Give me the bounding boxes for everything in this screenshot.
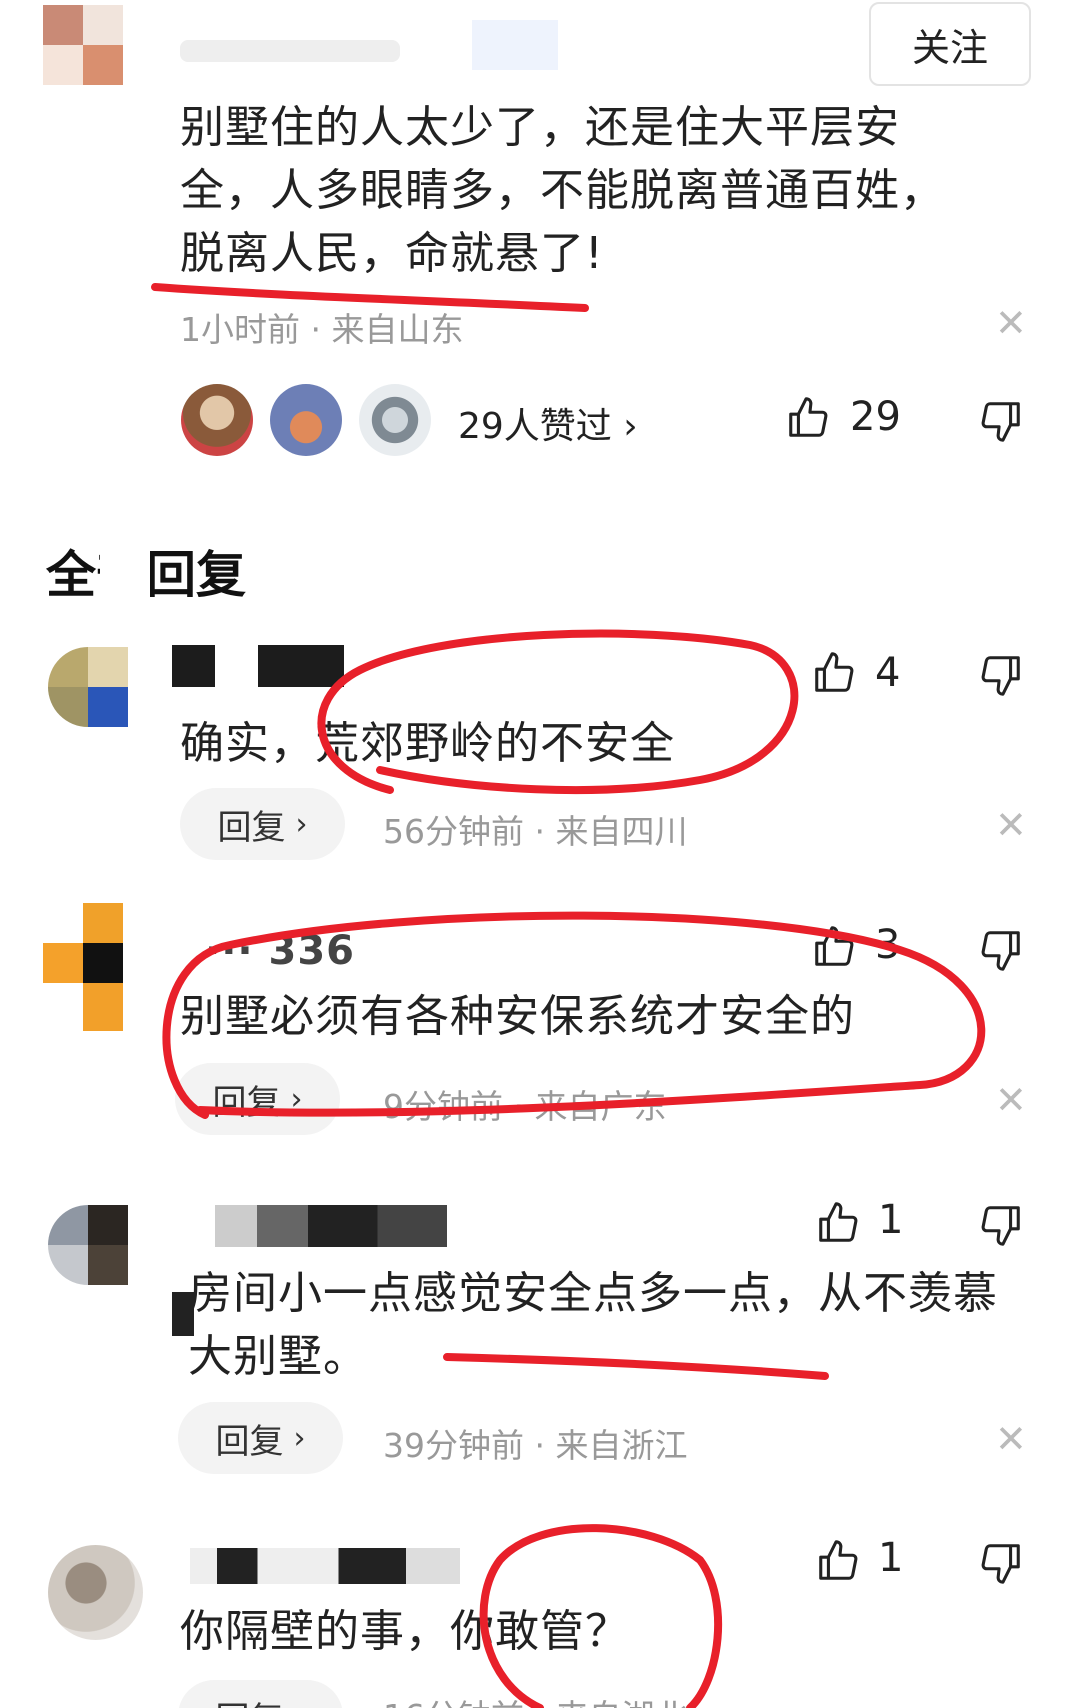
- reply-username: ··· 336: [205, 928, 356, 974]
- username-blurred: [190, 1548, 460, 1584]
- reply-text: 确实，荒郊野岭的不安全: [180, 718, 675, 769]
- username-redacted: [172, 645, 215, 687]
- liked-summary[interactable]: 29人赞过 ›: [458, 397, 638, 449]
- thumb-down-icon[interactable]: [978, 927, 1024, 973]
- reply-text: 房间小一点感觉安全点多一点，从不羡慕大别墅。: [188, 1268, 998, 1382]
- close-icon[interactable]: ✕: [995, 304, 1027, 342]
- thumb-down-icon[interactable]: [978, 1540, 1024, 1586]
- avatar[interactable]: [43, 5, 123, 85]
- thumb-down-icon[interactable]: [978, 1202, 1024, 1248]
- thumb-up-icon[interactable]: [811, 924, 857, 970]
- reply-button[interactable]: 回复›: [178, 1402, 343, 1474]
- badge-blurred: [472, 20, 558, 70]
- thumb-down-icon[interactable]: [978, 652, 1024, 698]
- username-blurred: [180, 40, 400, 62]
- close-icon[interactable]: ✕: [995, 1420, 1027, 1458]
- reply-text: 你隔壁的事，你敢管？: [180, 1606, 630, 1657]
- follow-button[interactable]: 关注: [869, 2, 1031, 86]
- like-count: 1: [878, 1535, 904, 1581]
- like-count: 3: [875, 922, 901, 968]
- avatar[interactable]: [48, 647, 128, 727]
- thumb-down-icon[interactable]: [978, 398, 1024, 444]
- avatar[interactable]: [48, 1545, 143, 1640]
- comment-text: 别墅住的人太少了，还是住大平层安全，人多眼睛多，不能脱离普通百姓，脱离人民，命就…: [180, 102, 945, 279]
- reply-meta: 16分钟前 · 来自湖北: [383, 1690, 687, 1708]
- like-count: 29: [850, 394, 901, 440]
- thumb-up-icon[interactable]: [815, 1538, 861, 1584]
- liked-user-avatar: [181, 384, 253, 456]
- avatar[interactable]: [48, 1205, 128, 1285]
- reply-meta: 9分钟前 · 来自广东: [383, 1087, 667, 1126]
- reply-button[interactable]: 回复›: [180, 788, 345, 860]
- thumb-up-icon[interactable]: [785, 395, 831, 441]
- thumb-up-icon[interactable]: [815, 1200, 861, 1246]
- reply-meta: 39分钟前 · 来自浙江: [383, 1426, 688, 1465]
- reply-button[interactable]: 回复›: [178, 1680, 343, 1708]
- username-redacted: [258, 645, 344, 687]
- like-count: 4: [875, 650, 901, 696]
- reply-button[interactable]: 回复›: [175, 1063, 340, 1135]
- avatar-bottom: [83, 983, 123, 1031]
- close-icon[interactable]: ✕: [995, 1081, 1027, 1119]
- liked-user-avatar: [359, 384, 431, 456]
- close-icon[interactable]: ✕: [995, 806, 1027, 844]
- reply-text: 别墅必须有各种安保系统才安全的: [180, 991, 855, 1042]
- reply-meta: 56分钟前 · 来自四川: [383, 812, 688, 851]
- title-obscured: [100, 538, 150, 598]
- avatar[interactable]: [43, 903, 123, 983]
- liked-user-avatar: [270, 384, 342, 456]
- username-blurred: [215, 1205, 447, 1247]
- thumb-up-icon[interactable]: [811, 650, 857, 696]
- comment-meta: 1小时前 · 来自山东: [180, 310, 464, 349]
- like-count: 1: [878, 1197, 904, 1243]
